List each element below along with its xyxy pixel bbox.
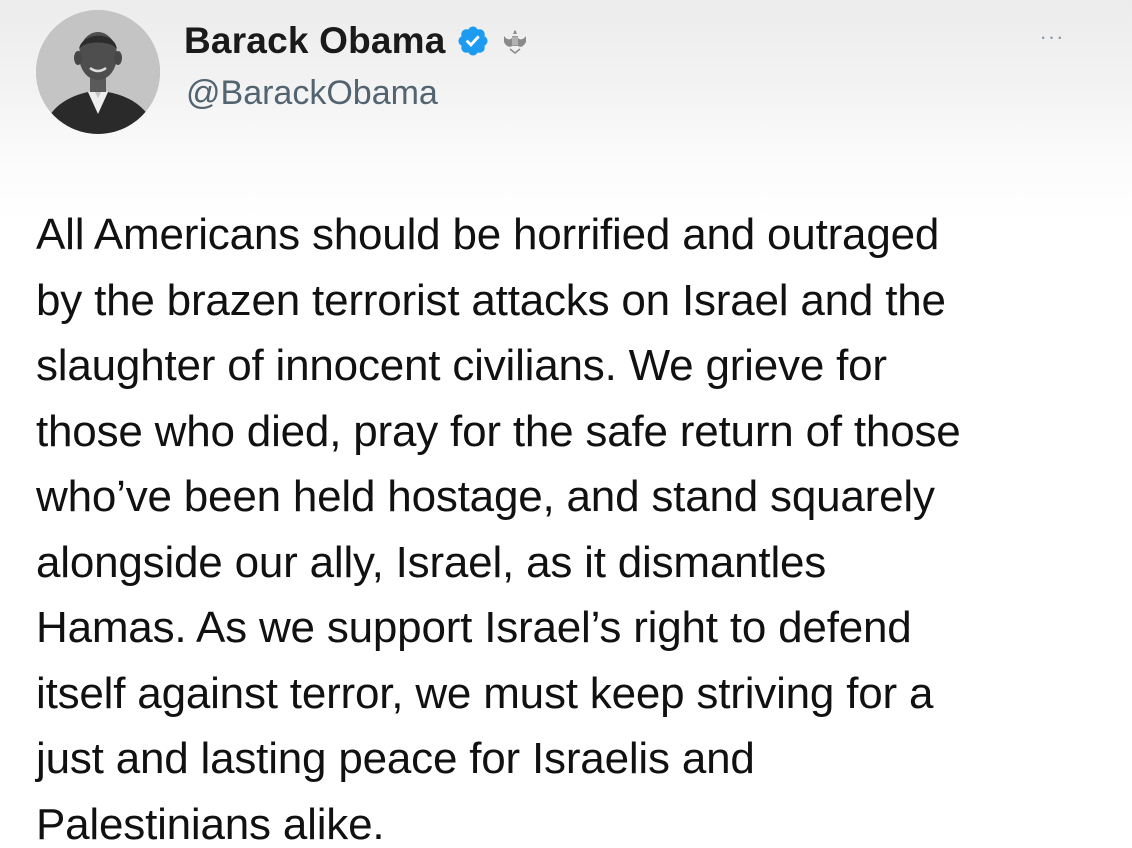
display-name[interactable]: Barack Obama bbox=[184, 20, 446, 62]
avatar[interactable] bbox=[36, 10, 160, 134]
tweet-header: Barack Obama @BarackObama ··· bbox=[0, 0, 1132, 150]
name-row: Barack Obama bbox=[184, 18, 532, 64]
tweet-card: Barack Obama @BarackObama ··· All Americ… bbox=[0, 0, 1132, 848]
user-handle[interactable]: @BarackObama bbox=[186, 74, 438, 113]
government-seal-icon bbox=[498, 24, 532, 58]
tweet-text: All Americans should be horrified and ou… bbox=[36, 210, 961, 848]
verified-badge-icon bbox=[456, 24, 490, 58]
more-options-icon[interactable]: ··· bbox=[1030, 22, 1074, 52]
profile-photo-icon bbox=[36, 10, 160, 134]
